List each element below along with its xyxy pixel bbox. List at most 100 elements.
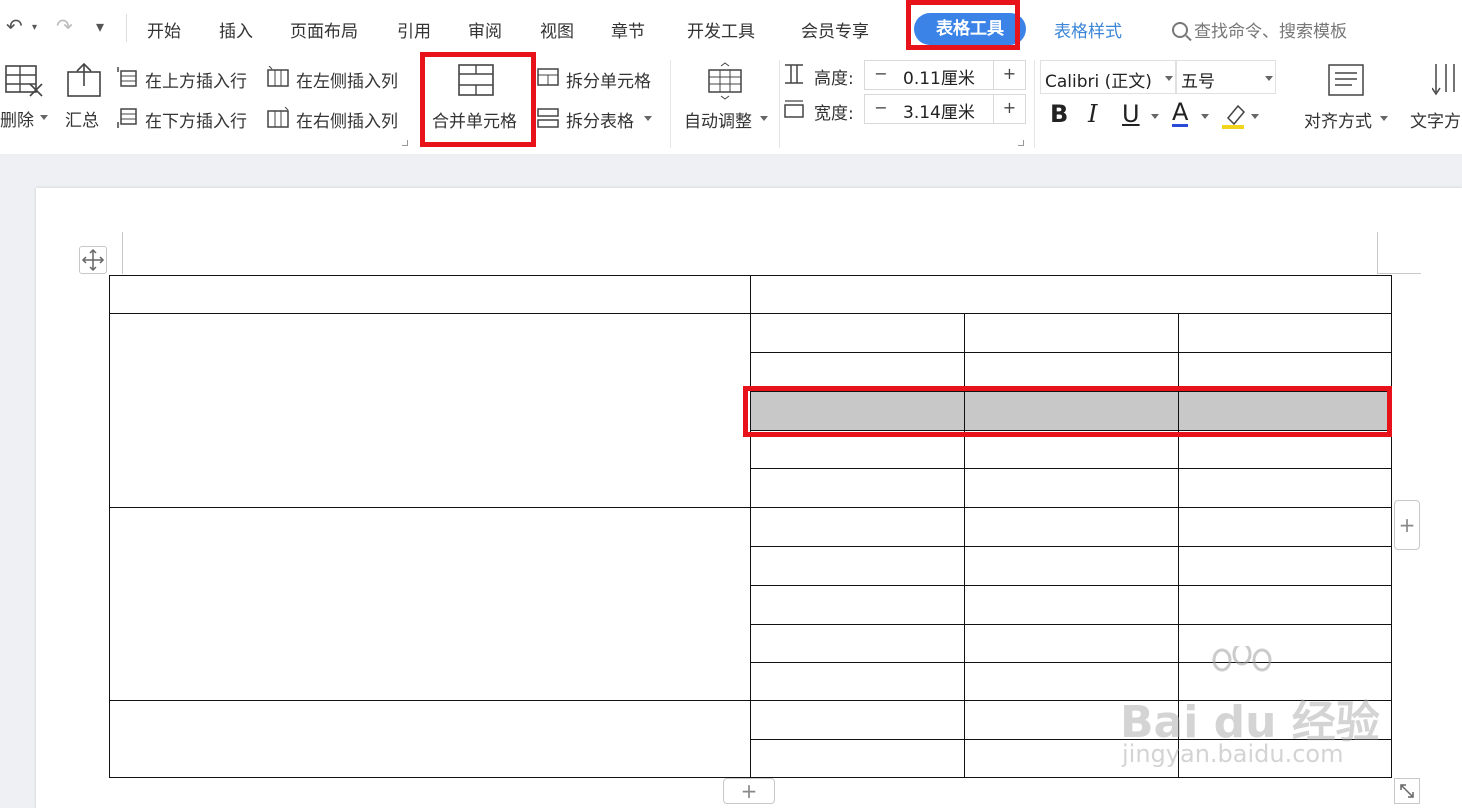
auto-fit-icon[interactable] (706, 62, 744, 100)
merge-cells-button[interactable]: 合并单元格 (432, 107, 517, 132)
table-cell[interactable] (750, 546, 965, 586)
font-color-button[interactable]: A (1172, 100, 1189, 127)
insert-row-below-button[interactable]: 在下方插入行 (145, 107, 247, 132)
table-cell[interactable] (750, 468, 965, 508)
tab-references[interactable]: 引用 (397, 17, 431, 42)
table-cell[interactable] (750, 352, 965, 392)
auto-fit-button[interactable]: 自动调整 (684, 107, 752, 132)
tab-home[interactable]: 开始 (147, 17, 181, 42)
font-name-select[interactable]: Calibri (正文) (1040, 60, 1176, 94)
summary-icon[interactable] (66, 62, 102, 98)
table-cell[interactable] (750, 275, 1392, 314)
table-cell[interactable] (109, 507, 751, 701)
chevron-down-icon[interactable] (40, 115, 48, 120)
customize-toolbar-icon[interactable]: ▾ (96, 17, 104, 36)
row-height-icon (785, 64, 803, 84)
merge-cells-icon[interactable] (458, 64, 494, 96)
underline-button[interactable]: U (1122, 100, 1140, 128)
redo-icon[interactable]: ↷ (56, 14, 73, 38)
tab-page-layout[interactable]: 页面布局 (290, 17, 358, 42)
table-cell[interactable] (1178, 507, 1392, 547)
table-cell[interactable] (1178, 352, 1392, 392)
tab-table-style[interactable]: 表格样式 (1054, 17, 1122, 42)
insert-col-left-button[interactable]: 在左侧插入列 (296, 67, 398, 92)
tab-table-tools[interactable]: 表格工具 (914, 13, 1026, 45)
margin-guide (1377, 273, 1421, 274)
table-cell[interactable] (750, 313, 965, 353)
undo-dropdown-icon[interactable]: ▾ (32, 22, 37, 33)
table-cell[interactable] (1178, 313, 1392, 353)
chevron-down-icon[interactable] (760, 116, 768, 121)
table-cell[interactable] (109, 700, 751, 778)
chevron-down-icon[interactable] (1201, 114, 1209, 119)
chevron-down-icon[interactable] (1251, 114, 1259, 119)
chevron-down-icon[interactable] (1380, 116, 1388, 121)
table-cell[interactable] (750, 624, 965, 663)
split-table-button[interactable]: 拆分表格 (566, 107, 634, 132)
table-cell[interactable] (750, 585, 965, 625)
table-cell[interactable] (964, 430, 1179, 469)
tab-review[interactable]: 审阅 (468, 17, 502, 42)
table-cell[interactable] (1178, 430, 1392, 469)
text-direction-button[interactable]: 文字方 (1410, 107, 1461, 132)
tab-developer[interactable]: 开发工具 (687, 17, 755, 42)
height-label: 高度: (814, 69, 854, 89)
alignment-button[interactable]: 对齐方式 (1304, 107, 1372, 132)
table-move-handle[interactable] (79, 246, 107, 274)
tab-section[interactable]: 章节 (611, 17, 645, 42)
insert-row-above-button[interactable]: 在上方插入行 (145, 67, 247, 92)
insert-col-right-button[interactable]: 在右侧插入列 (296, 107, 398, 132)
width-value[interactable]: 3.14厘米 (903, 98, 975, 123)
delete-button[interactable]: 删除 (0, 106, 34, 131)
table-cell[interactable] (750, 700, 965, 740)
summary-button[interactable]: 汇总 (65, 106, 99, 131)
table-cell[interactable] (750, 662, 965, 701)
table-cell[interactable] (1178, 546, 1392, 586)
width-decrement-button[interactable]: − (865, 95, 897, 123)
tab-view[interactable]: 视图 (540, 17, 574, 42)
selected-table-cell[interactable] (1178, 391, 1392, 431)
add-row-button[interactable]: + (723, 778, 775, 804)
table-cell[interactable] (964, 585, 1179, 625)
table-cell[interactable] (1178, 585, 1392, 625)
chevron-down-icon[interactable] (1151, 114, 1159, 119)
table-cell[interactable] (109, 275, 751, 314)
add-column-button[interactable]: + (1394, 500, 1420, 550)
selected-table-cell[interactable] (750, 391, 965, 431)
table-cell[interactable] (1178, 468, 1392, 508)
height-value[interactable]: 0.11厘米 (903, 64, 975, 89)
table-cell[interactable] (964, 468, 1179, 508)
font-size-select[interactable]: 五号 (1176, 60, 1276, 94)
undo-icon[interactable]: ↶ (6, 14, 23, 38)
bold-button[interactable]: B (1050, 100, 1068, 128)
table-cell[interactable] (109, 313, 751, 508)
table-cell[interactable] (964, 546, 1179, 586)
selected-table-cell[interactable] (964, 391, 1179, 431)
tab-member[interactable]: 会员专享 (801, 17, 869, 42)
width-spinner[interactable]: − 3.14厘米 + (864, 94, 1026, 124)
delete-table-icon[interactable] (4, 64, 44, 98)
table-cell[interactable] (750, 430, 965, 469)
split-cells-button[interactable]: 拆分单元格 (566, 67, 651, 92)
table-cell[interactable] (750, 507, 965, 547)
table-cell[interactable] (964, 507, 1179, 547)
height-spinner[interactable]: − 0.11厘米 + (864, 60, 1026, 90)
text-direction-icon[interactable] (1432, 62, 1462, 98)
width-increment-button[interactable]: + (993, 95, 1025, 123)
height-increment-button[interactable]: + (993, 61, 1025, 89)
height-decrement-button[interactable]: − (865, 61, 897, 89)
dialog-launcher-icon[interactable] (1018, 140, 1024, 146)
table-cell[interactable] (964, 313, 1179, 353)
highlighter-icon[interactable] (1220, 102, 1248, 130)
chevron-down-icon[interactable] (644, 116, 652, 121)
alignment-icon[interactable] (1328, 64, 1364, 96)
tab-insert[interactable]: 插入 (219, 17, 253, 42)
table-cell[interactable] (964, 352, 1179, 392)
resize-table-icon[interactable] (1394, 778, 1420, 804)
table-cell[interactable] (964, 624, 1179, 663)
table-cell[interactable] (750, 739, 965, 778)
search-box[interactable]: 查找命令、搜索模板 (1172, 17, 1347, 42)
italic-button[interactable]: I (1088, 100, 1097, 128)
dialog-launcher-icon[interactable] (402, 140, 408, 146)
column-width-icon (784, 100, 804, 118)
